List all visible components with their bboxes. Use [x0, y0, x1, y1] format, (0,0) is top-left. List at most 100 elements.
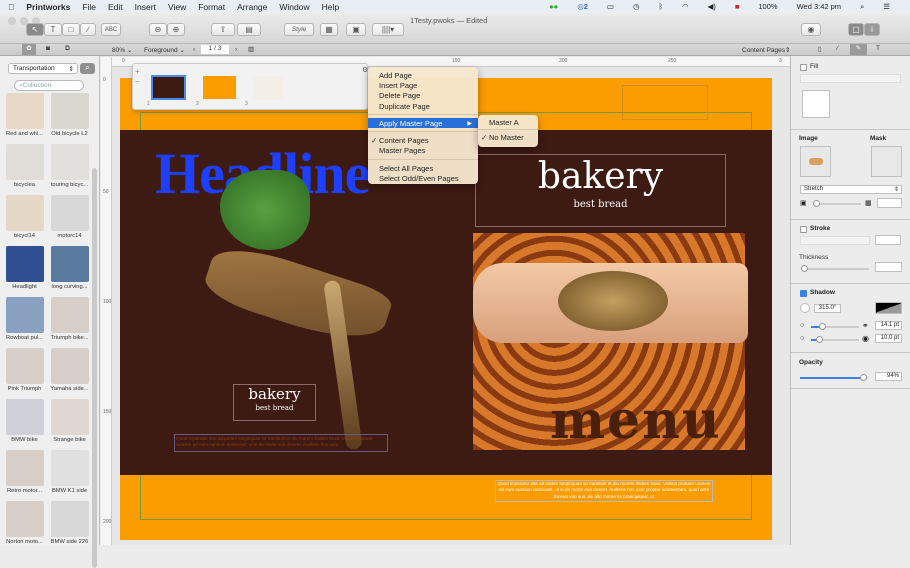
strip-zoom-out-icon[interactable]: − — [135, 77, 140, 86]
fill-color-well[interactable] — [802, 90, 830, 118]
page-thumbnail-3[interactable] — [253, 76, 283, 100]
apple-menu-icon[interactable]:  — [8, 2, 14, 12]
pen-tab-icon[interactable]: ∕ — [837, 45, 838, 52]
preview-eye-icon[interactable]: ◉ — [801, 23, 821, 36]
library-item[interactable]: Retro motor... — [2, 450, 47, 498]
library-item[interactable]: Headlight — [2, 246, 47, 294]
library-item[interactable]: Rowboat pul... — [2, 297, 47, 345]
document-tab-icon[interactable]: ▯ — [818, 45, 822, 53]
collection-search-input[interactable]: ⌕ Collection — [14, 80, 84, 91]
page-thumbnail-2[interactable] — [203, 76, 236, 99]
shape-tool-icon[interactable]: □ — [62, 23, 80, 36]
wifi-icon[interactable]: ◠ — [682, 2, 689, 11]
lorem-text-left[interactable]: Quod imperator iste ad partes longinquas… — [174, 434, 388, 452]
bluetooth-icon[interactable]: ᛒ — [659, 2, 664, 11]
thickness-field[interactable] — [875, 262, 902, 272]
camera-tab-icon[interactable]: ◙ — [46, 45, 50, 52]
library-item[interactable]: Red and whi... — [2, 93, 47, 141]
library-item[interactable]: touring bicyc... — [47, 144, 92, 192]
image-scale-slider[interactable] — [813, 200, 861, 207]
text-tab-icon[interactable]: T — [876, 45, 880, 52]
library-item[interactable]: BMW K1 side — [47, 450, 92, 498]
placeholder-frame[interactable] — [622, 85, 708, 120]
menu-help[interactable]: Help — [322, 2, 339, 12]
shadow-blur-field[interactable]: 10.0 pt — [875, 334, 902, 343]
lorem-text-bottom[interactable]: Quod imperator iste ad partes longinquas… — [495, 480, 713, 502]
library-item[interactable]: Triumph bike... — [47, 297, 92, 345]
page-view-select[interactable]: Content Pages⇕ — [742, 46, 790, 54]
zoom-in-icon[interactable]: ⊕ — [167, 23, 185, 36]
submenu-item-no-master[interactable]: ✓ No Master — [478, 132, 538, 142]
image-scale-field[interactable] — [877, 198, 902, 208]
menu-text[interactable]: menu — [550, 390, 722, 451]
airplay-icon[interactable]: ▭ — [607, 2, 614, 11]
menu-file[interactable]: File — [82, 2, 96, 12]
sync-icon[interactable]: ◎2 — [577, 2, 588, 11]
layer-select[interactable]: Foreground ⌄ — [144, 46, 185, 54]
menu-insert[interactable]: Insert — [135, 2, 156, 12]
submenu-item-master-a[interactable]: Master A — [478, 117, 538, 127]
mask-well[interactable] — [871, 146, 902, 177]
status-dots-icon[interactable]: ●● — [549, 2, 558, 11]
scale-mode-select[interactable]: Stretch ⇕ — [800, 185, 902, 194]
library-item[interactable]: BMW bike — [2, 399, 47, 447]
library-item[interactable]: Pink Triumph — [2, 348, 47, 396]
menu-item-content-pages[interactable]: ✓ Content Pages — [368, 135, 478, 145]
sidebar-toggle-icon[interactable]: ▢ — [848, 23, 864, 36]
frame-icon[interactable]: ▣ — [346, 23, 366, 36]
library-item[interactable]: Norton moto... — [2, 501, 47, 549]
menu-edit[interactable]: Edit — [108, 2, 123, 12]
page-field[interactable]: 1 / 3 — [201, 45, 229, 54]
fill-type-select[interactable] — [800, 74, 901, 83]
menu-window[interactable]: Window — [279, 2, 309, 12]
share-icon[interactable]: ⇪ — [211, 23, 235, 36]
library-item[interactable]: Old bicycle L2 — [47, 93, 92, 141]
style-tab-icon[interactable]: ✎ — [850, 44, 867, 55]
opacity-slider[interactable] — [800, 374, 868, 381]
clock[interactable]: Wed 3:42 pm — [797, 2, 841, 11]
info-icon[interactable]: i — [864, 23, 880, 36]
library-scrollbar[interactable] — [92, 168, 97, 568]
menu-item-select-all-pages[interactable]: Select All Pages — [368, 163, 478, 173]
battery-label[interactable]: 100% — [758, 2, 777, 11]
library-item[interactable]: BMW side 226 — [47, 501, 92, 549]
time-machine-icon[interactable]: ◷ — [633, 2, 640, 11]
shadow-offset-slider[interactable] — [811, 323, 859, 330]
thickness-slider[interactable] — [801, 265, 869, 272]
shadow-angle-dial[interactable] — [800, 303, 810, 313]
shadow-angle-field[interactable]: 315.0° — [814, 304, 841, 313]
menu-item-select-odd-even-pages[interactable]: Select Odd/Even Pages — [368, 173, 478, 183]
library-item[interactable]: motorc14 — [47, 195, 92, 243]
spell-button[interactable]: ABC — [101, 23, 121, 36]
library-item[interactable]: bicycl14 — [2, 195, 47, 243]
shadow-color-well[interactable] — [875, 302, 902, 314]
barcode-icon[interactable]: ||||▾ — [372, 23, 404, 36]
text-tool-icon[interactable]: T — [44, 23, 62, 36]
library-item[interactable]: Strange bike — [47, 399, 92, 447]
menu-item-delete-page[interactable]: Delete Page — [368, 91, 478, 101]
prev-page-icon[interactable]: ‹ — [193, 46, 195, 53]
menu-view[interactable]: View — [168, 2, 186, 12]
stroke-color-well[interactable] — [875, 235, 901, 245]
select-tool-icon[interactable]: ↖ — [26, 23, 44, 36]
bakery-text-box[interactable]: bakery best bread — [475, 154, 726, 227]
flag-icon[interactable]: ■ — [735, 2, 740, 11]
spotlight-icon[interactable]: ⌕ — [860, 2, 864, 12]
shadow-checkbox[interactable] — [800, 290, 807, 297]
menu-item-apply-master-page[interactable]: Apply Master Page ▶ — [368, 118, 478, 129]
print-icon[interactable]: ▤ — [237, 23, 261, 36]
menu-item-duplicate-page[interactable]: Duplicate Page — [368, 101, 478, 111]
shadow-blur-slider[interactable] — [811, 336, 859, 343]
next-page-icon[interactable]: › — [235, 46, 237, 53]
menu-format[interactable]: Format — [198, 2, 225, 12]
strip-zoom-in-icon[interactable]: + — [135, 67, 140, 76]
notification-icon[interactable]: ☰ — [883, 2, 890, 11]
zoom-out-icon[interactable]: ⊖ — [149, 23, 167, 36]
image-well[interactable] — [800, 146, 831, 177]
menu-item-master-pages[interactable]: Master Pages — [368, 146, 478, 156]
close-button[interactable] — [8, 17, 16, 25]
page-thumbnail-1[interactable] — [151, 75, 186, 100]
category-select[interactable]: Transportation ⇕ — [8, 63, 78, 74]
pen-tool-icon[interactable]: ∕ — [80, 23, 96, 36]
zoom-select[interactable]: 80% ⌄ — [112, 46, 132, 54]
